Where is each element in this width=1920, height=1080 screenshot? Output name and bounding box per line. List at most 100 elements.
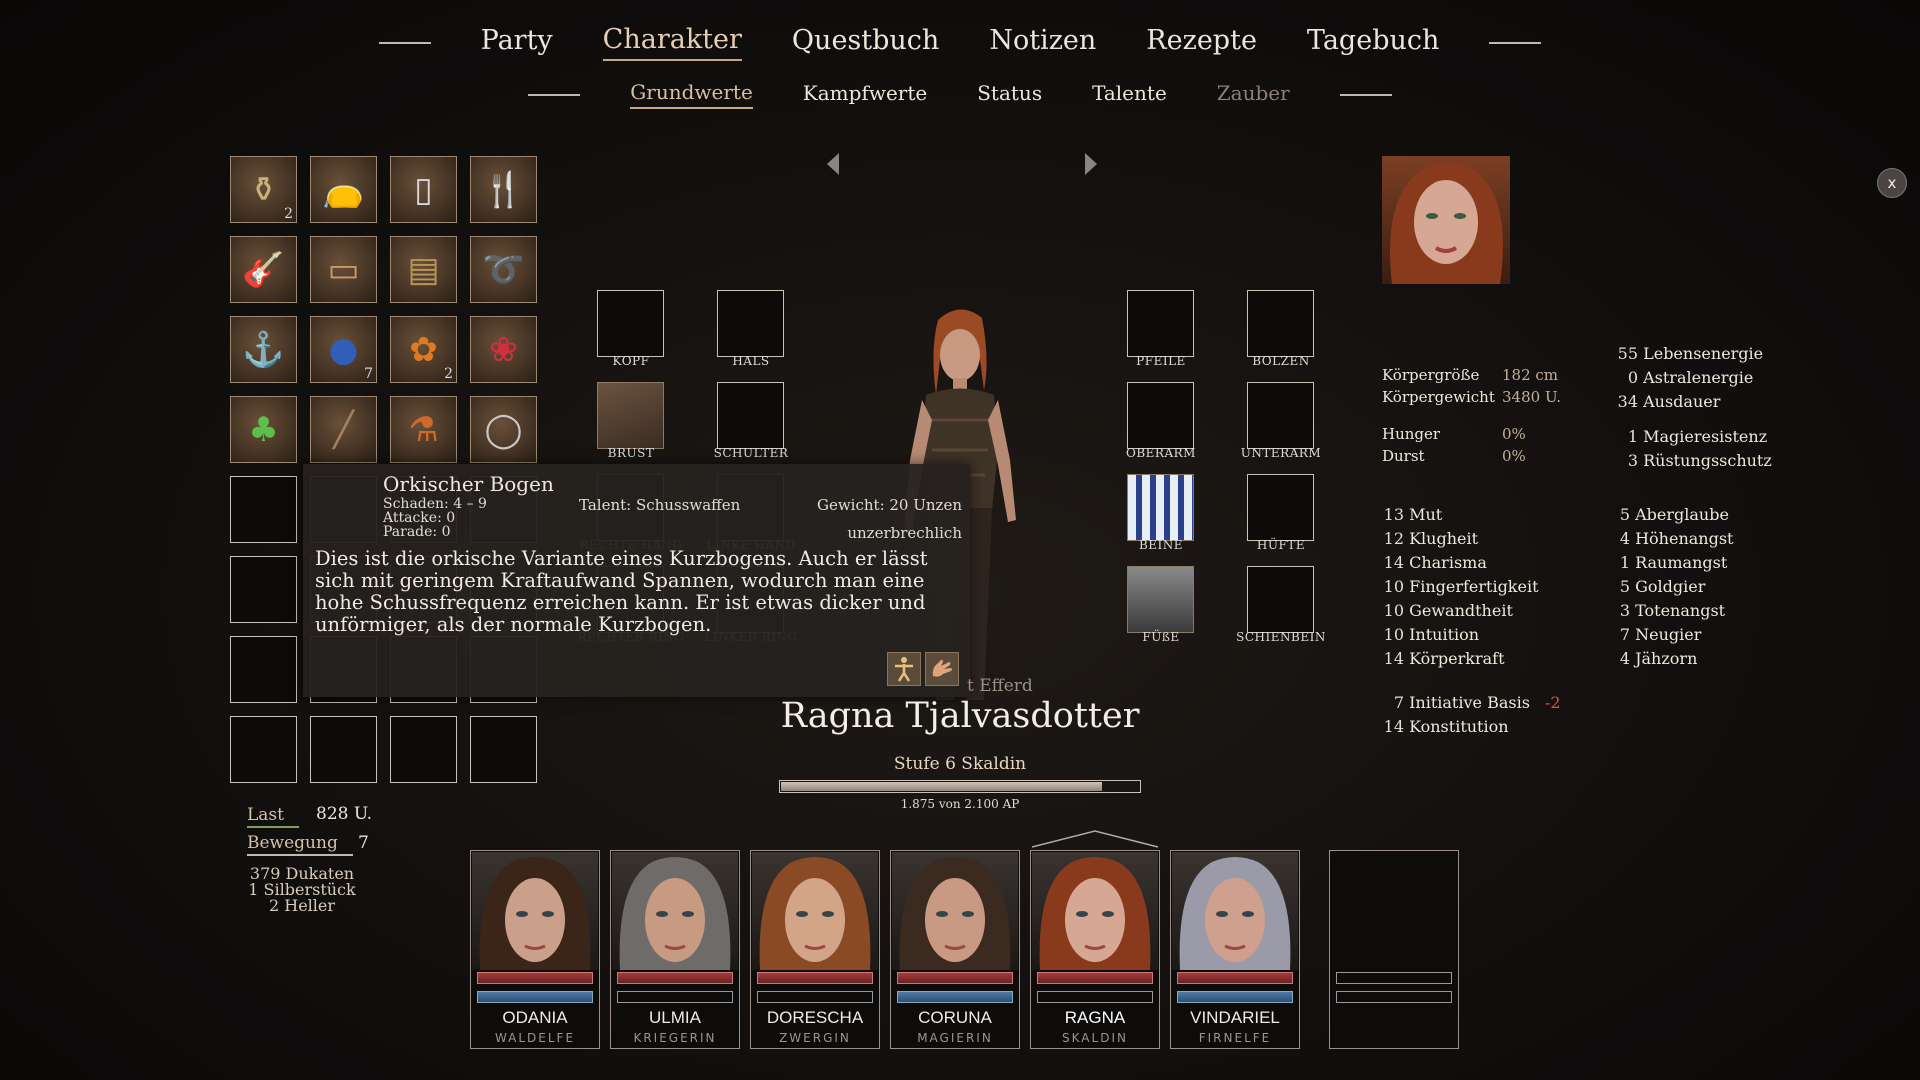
equip-slot-brust[interactable]	[597, 382, 664, 449]
party-member-ragna[interactable]: RAGNA SKALDIN	[1030, 850, 1160, 1049]
inventory-slot[interactable]	[310, 716, 377, 783]
selected-indicator	[1031, 830, 1159, 848]
tab-rezepte[interactable]: Rezepte	[1146, 25, 1257, 60]
attributes-label: Körperkraft	[1409, 649, 1505, 668]
negatives-row: 5 Aberglaube	[1616, 503, 1733, 527]
initiative-modifier: -2	[1545, 693, 1561, 712]
negatives-label: Höhenangst	[1635, 529, 1734, 548]
tab-kampfwerte[interactable]: Kampfwerte	[803, 81, 927, 108]
inventory-slot[interactable]: 👝	[310, 156, 377, 223]
tooltip-hand-icon[interactable]	[925, 652, 959, 686]
character-origin: t Efferd	[967, 676, 1033, 696]
tab-charakter[interactable]: Charakter	[602, 24, 742, 61]
hp-bar	[757, 972, 873, 984]
inventory-slot[interactable]: ➰	[470, 236, 537, 303]
party-slot-empty[interactable]	[1329, 850, 1459, 1049]
negatives-value: 1	[1619, 553, 1630, 572]
equip-slot-pfeile[interactable]	[1127, 290, 1194, 357]
equip-slot-unterarm[interactable]	[1247, 382, 1314, 449]
next-character-arrow[interactable]	[1085, 153, 1097, 175]
item-tooltip: Orkischer Bogen Schaden: 4 – 9 Attacke: …	[303, 464, 970, 697]
equip-slot-huefte[interactable]	[1247, 474, 1314, 541]
inventory-slot[interactable]: ✿ 2	[390, 316, 457, 383]
tab-grundwerte[interactable]: Grundwerte	[630, 80, 753, 109]
attributes-value: 10	[1383, 625, 1404, 644]
inventory-slot[interactable]	[230, 476, 297, 543]
pouch-icon: 👝	[322, 169, 365, 210]
equip-label-unterarm: UNTERARM	[1240, 446, 1322, 460]
tooltip-unzerbrechlich: unzerbrechlich	[847, 524, 962, 542]
negatives-label: Aberglaube	[1635, 505, 1729, 524]
attributes-label: Intuition	[1409, 625, 1480, 644]
item-count: 7	[364, 366, 373, 382]
inventory-slot[interactable]	[230, 556, 297, 623]
inventory-slot[interactable]: ▤	[390, 236, 457, 303]
party-member-vindariel[interactable]: VINDARIEL FIRNELFE	[1170, 850, 1300, 1049]
attributes-label: Mut	[1409, 505, 1443, 524]
inventory-slot[interactable]: ╱	[310, 396, 377, 463]
negatives-label: Goldgier	[1635, 577, 1706, 596]
party-member-dorescha[interactable]: DORESCHA ZWERGIN	[750, 850, 880, 1049]
inventory-slot[interactable]: ⚱ 2	[230, 156, 297, 223]
chest-icon: ▤	[407, 249, 440, 290]
inventory-slot[interactable]: 🎸	[230, 236, 297, 303]
party-name: VINDARIEL	[1190, 1008, 1280, 1027]
groesse-value: 182 cm	[1502, 366, 1559, 384]
portrait-face-icon	[1390, 163, 1503, 284]
equip-slot-kopf[interactable]	[597, 290, 664, 357]
hp-bar	[477, 972, 593, 984]
inventory-slot[interactable]	[230, 636, 297, 703]
negatives-row: 1 Raumangst	[1616, 551, 1733, 575]
party-member-ulmia[interactable]: ULMIA KRIEGERIN	[610, 850, 740, 1049]
tab-notizen[interactable]: Notizen	[989, 25, 1096, 60]
equip-slot-hals[interactable]	[717, 290, 784, 357]
tab-questbuch[interactable]: Questbuch	[792, 25, 939, 60]
tab-zauber[interactable]: Zauber	[1217, 81, 1290, 108]
tab-tagebuch[interactable]: Tagebuch	[1307, 25, 1439, 60]
inventory-slot[interactable]: ▯	[390, 156, 457, 223]
inventory-slot[interactable]: 🍴	[470, 156, 537, 223]
inventory-slot[interactable]: ⚗	[390, 396, 457, 463]
inventory-slot[interactable]: ◯	[470, 396, 537, 463]
inventory-slot[interactable]: ❀	[470, 316, 537, 383]
equip-slot-beine[interactable]	[1127, 474, 1194, 541]
character-level: Stufe 6 Skaldin	[893, 754, 1027, 774]
equip-label-huefte: HÜFTE	[1256, 538, 1306, 552]
energies-row: 1 Magieresistenz	[1616, 425, 1772, 449]
close-button[interactable]: x	[1877, 168, 1907, 198]
tab-party[interactable]: Party	[481, 25, 553, 60]
torch-icon: ╱	[333, 409, 354, 450]
equip-slot-fuesse[interactable]	[1127, 566, 1194, 633]
inventory-slot[interactable]: ⚓	[230, 316, 297, 383]
inventory-slot[interactable]	[390, 716, 457, 783]
energies-label: Astralenergie	[1643, 368, 1754, 387]
equip-label-fuesse: FÜßE	[1142, 630, 1180, 644]
hp-bar	[1037, 972, 1153, 984]
inventory-slot[interactable]: ● 7	[310, 316, 377, 383]
party-member-coruna[interactable]: CORUNA MAGIERIN	[890, 850, 1020, 1049]
last-value: 828 U.	[316, 804, 373, 824]
party-member-odania[interactable]: ODANIA WALDELFE	[470, 850, 600, 1049]
tab-talente[interactable]: Talente	[1092, 81, 1167, 108]
tab-status[interactable]: Status	[977, 81, 1042, 108]
rope-icon: ➰	[482, 249, 525, 290]
close-icon: x	[1887, 174, 1897, 192]
portrait-face-icon	[1039, 857, 1151, 970]
equip-slot-bolzen[interactable]	[1247, 290, 1314, 357]
inventory-slot[interactable]: ♣	[230, 396, 297, 463]
party-portrait	[1032, 852, 1158, 970]
party-name: ULMIA	[649, 1008, 701, 1027]
durst-label: Durst	[1382, 447, 1425, 465]
inventory-slot[interactable]	[230, 716, 297, 783]
attributes-row: 12 Klugheit	[1380, 527, 1539, 551]
negatives-value: 7	[1619, 625, 1630, 644]
equip-slot-oberarm[interactable]	[1127, 382, 1194, 449]
equip-label-hals: HALS	[732, 354, 770, 368]
tooltip-figure-icon[interactable]	[887, 652, 921, 686]
inventory-slot[interactable]	[470, 716, 537, 783]
inventory-slot[interactable]: ▭	[310, 236, 377, 303]
initiative-label: Initiative Basis	[1409, 693, 1530, 712]
equip-slot-schulter[interactable]	[717, 382, 784, 449]
equip-slot-schienbein[interactable]	[1247, 566, 1314, 633]
prev-character-arrow[interactable]	[827, 153, 839, 175]
